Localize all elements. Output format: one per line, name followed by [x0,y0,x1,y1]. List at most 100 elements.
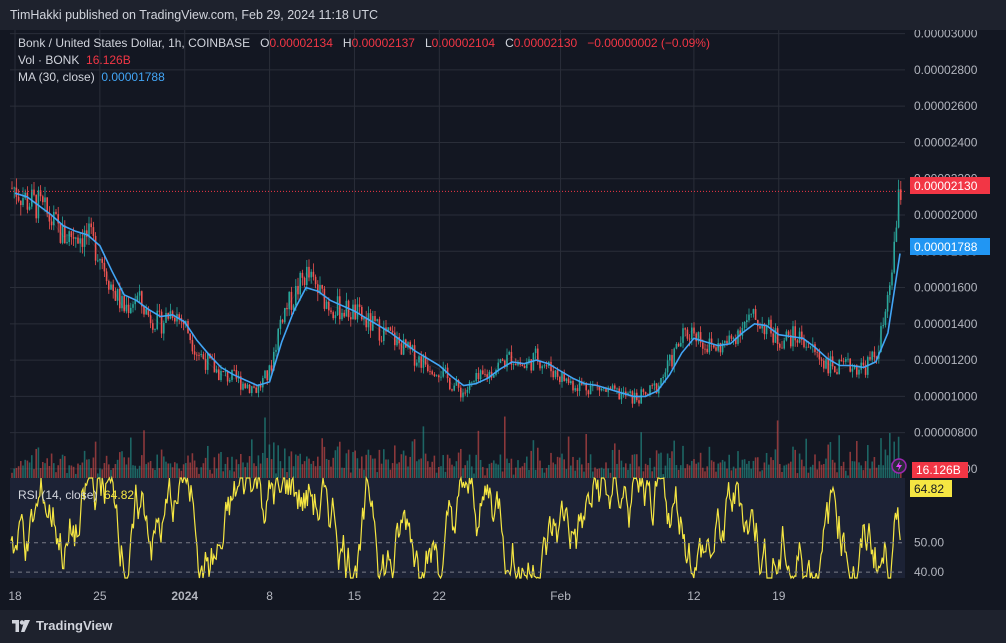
volume-bar [715,471,717,478]
candle-body [479,370,482,379]
volume-bar [312,461,315,478]
volume-bar [631,454,634,478]
volume-bar [886,455,889,478]
candle-body [380,340,383,342]
volume-bar [484,475,486,478]
volume-bar [776,420,779,478]
price-chart[interactable]: 0.00003000 0.00002800 0.00002600 0.00002400… [0,30,1006,610]
rsi-label: RSI (14, close) [18,488,98,502]
volume-bar [422,426,425,478]
volume-bar [398,462,400,478]
volume-bar [345,453,348,478]
candle-body [224,371,227,373]
volume-bar [405,455,407,478]
candle-body [174,317,176,322]
volume-bar [350,472,352,478]
volume-bar [765,452,768,478]
brand-name: TradingView [36,618,113,633]
candle-body [330,310,332,313]
candle-body [781,347,783,349]
volume-bar [757,457,759,478]
volume-bar [61,454,64,478]
volume-bar [774,449,777,478]
volume-bar [361,456,363,478]
candle-body [501,359,504,361]
candle-body [691,327,693,340]
volume-bar [171,467,174,478]
price-tick-label: 0.00001600 [914,281,978,295]
candle-body [427,364,429,372]
volume-bar [565,469,568,478]
candle-body [431,371,433,375]
volume-bar [356,458,359,478]
volume-bar [233,471,235,478]
candle-body [783,340,785,349]
volume-bars [11,416,902,478]
candle-body [31,189,33,207]
volume-legend[interactable]: Vol · BONK 16.126B [18,53,131,67]
volume-bar [72,466,75,478]
volume-bar [735,468,737,478]
volume-bar [794,449,796,478]
candle-body [589,385,592,395]
volume-bar [240,453,242,478]
candle-body [460,387,462,398]
candle-body [651,385,653,387]
candle-body [759,326,761,329]
candle-body [477,372,480,379]
candle-body [77,237,79,244]
volume-bar [534,469,537,478]
volume-bar [721,459,724,478]
candle-body [119,288,121,309]
candle-body [339,296,341,320]
candle-body [336,296,339,316]
volume-bar [207,445,209,478]
volume-bar [160,449,163,478]
volume-bar [125,464,128,478]
rsi-legend[interactable]: RSI (14, close) 64.82 [18,488,134,502]
volume-bar [482,466,484,478]
candle-body [127,304,130,313]
ma-legend[interactable]: MA (30, close) 0.00001788 [18,70,165,84]
volume-bar [281,468,284,478]
volume-bar [372,458,374,478]
volume-bar [640,432,642,478]
vol-badge: 16.126B [916,463,961,477]
candle-body [682,328,684,343]
volume-bar [310,463,312,478]
volume-bar [246,462,249,478]
volume-bar [638,466,640,478]
volume-bar [856,440,858,478]
volume-bar [92,457,95,478]
candle-body [303,277,306,286]
volume-bar [37,447,40,478]
volume-bar [504,416,506,478]
volume-bar [603,468,605,478]
volume-bar [123,457,125,478]
volume-bar [704,471,706,478]
volume-bar [427,461,429,478]
volume-bar [539,460,541,478]
volume-bar [658,453,660,478]
brand-logo[interactable]: TradingView [12,618,112,633]
volume-bar [860,465,862,478]
candle-body [193,351,196,355]
candle-body [196,354,198,356]
candle-body [464,392,466,394]
symbol-legend[interactable]: Bonk / United States Dollar, 1h, COINBAS… [18,36,710,50]
volume-bar [347,449,350,478]
volume-bar [574,470,576,478]
candle-body [22,198,24,206]
candle-body [130,307,132,313]
volume-bar [858,462,860,478]
volume-bar [807,472,810,478]
volume-bar [431,461,433,478]
volume-bar [449,458,451,478]
volume-bar [838,435,840,478]
volume-bar [297,455,299,478]
time-axis: 18 25 2024 8 15 22 Feb 12 19 [8,589,785,603]
volume-bar [235,459,238,478]
candle-body [55,211,57,215]
volume-bar [664,465,667,478]
volume-bar [44,463,46,478]
